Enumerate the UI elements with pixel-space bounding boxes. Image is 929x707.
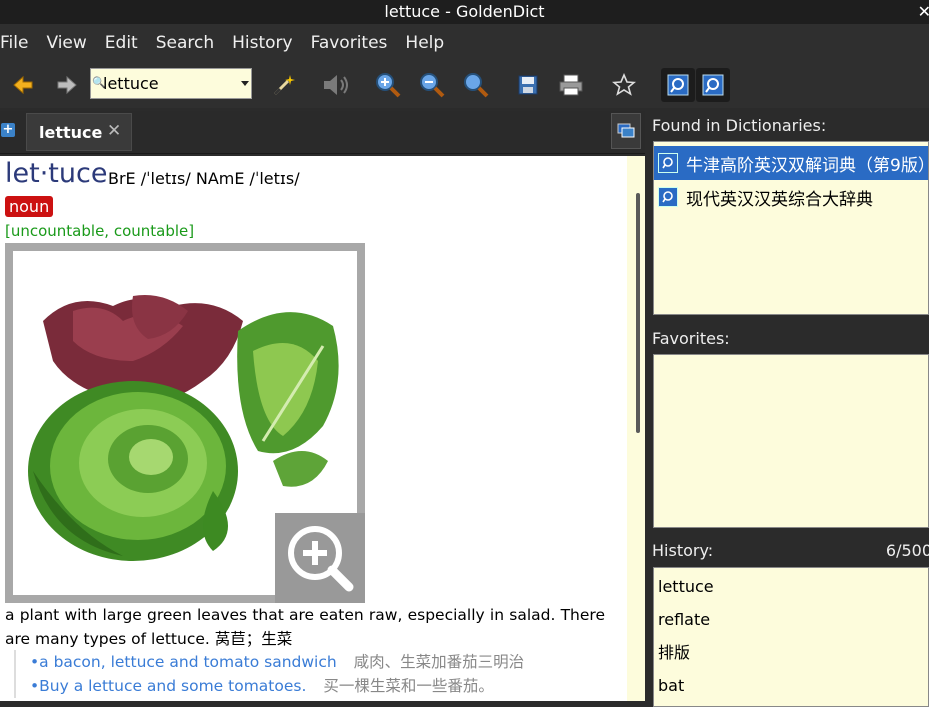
- window-titlebar: lettuce - GoldenDict ✕: [0, 0, 929, 24]
- definition-text: a plant with large green leaves that are…: [5, 606, 605, 648]
- zoom-out-icon[interactable]: [415, 68, 449, 102]
- tab-lettuce[interactable]: lettuce ✕: [26, 113, 132, 151]
- definition-zh: 莴苣；生菜: [214, 630, 293, 648]
- example-zh: 买一棵生菜和一些番茄。: [323, 677, 494, 695]
- close-icon[interactable]: ✕: [918, 0, 929, 24]
- dictionary-icon: [658, 153, 678, 173]
- magic-wand-icon[interactable]: [267, 68, 301, 102]
- tab-label: lettuce: [39, 123, 103, 142]
- history-panel-title: History: 6/500: [649, 537, 929, 565]
- history-count: 6/500: [885, 541, 929, 560]
- zoom-in-icon[interactable]: [371, 68, 405, 102]
- menu-history[interactable]: History: [232, 33, 292, 53]
- dictionary-item-oxford[interactable]: 牛津高阶英汉双解词典（第9版）: [654, 146, 928, 180]
- lettuce-image[interactable]: [5, 243, 365, 603]
- tabs-menu-button[interactable]: [611, 113, 641, 149]
- example-item: •a bacon, lettuce and tomato sandwich 咸肉…: [30, 650, 627, 674]
- history-item[interactable]: lettuce: [654, 570, 928, 603]
- zoom-in-icon: [288, 526, 354, 592]
- windows-icon: [617, 123, 635, 138]
- article-scrollbar-thumb[interactable]: [636, 193, 640, 433]
- menu-search[interactable]: Search: [156, 33, 214, 53]
- grammar-label: [uncountable, countable]: [5, 222, 195, 240]
- dictionary-icon: [658, 187, 678, 207]
- back-arrow-icon[interactable]: [6, 68, 40, 102]
- save-icon[interactable]: [511, 68, 545, 102]
- dictionary-label: 现代英汉汉英综合大辞典: [686, 189, 873, 210]
- favorites-list[interactable]: [653, 354, 929, 528]
- menu-bar: File View Edit Search History Favorites …: [0, 24, 929, 62]
- history-title: History:: [652, 541, 714, 560]
- zoom-normal-icon[interactable]: [459, 68, 493, 102]
- print-icon[interactable]: [554, 68, 588, 102]
- menu-file[interactable]: File: [0, 33, 28, 53]
- pronunciation: BrE /ˈletɪs/ NAmE /ˈletɪs/: [108, 169, 300, 188]
- star-icon[interactable]: [607, 68, 641, 102]
- favorites-panel-title: Favorites:: [652, 329, 730, 348]
- definition: a plant with large green leaves that are…: [5, 603, 605, 651]
- article-view: let·tuce BrE /ˈletɪs/ NAmE /ˈletɪs/ noun…: [0, 156, 627, 701]
- speaker-icon[interactable]: [319, 68, 353, 102]
- example-en[interactable]: •Buy a lettuce and some tomatoes.: [30, 677, 306, 695]
- headword: let·tuce: [5, 158, 108, 189]
- found-dictionaries-list: 牛津高阶英汉双解词典（第9版） 现代英汉汉英综合大辞典: [653, 141, 929, 315]
- dictionary-bar-icon[interactable]: [696, 68, 730, 102]
- zoom-image-button[interactable]: [275, 513, 365, 603]
- search-combobox[interactable]: 🔍: [90, 68, 252, 99]
- history-item[interactable]: 排版: [654, 636, 928, 669]
- example-en[interactable]: •a bacon, lettuce and tomato sandwich: [30, 653, 337, 671]
- menu-help[interactable]: Help: [405, 33, 444, 53]
- chevron-down-icon[interactable]: [241, 81, 249, 86]
- examples-list: •a bacon, lettuce and tomato sandwich 咸肉…: [14, 650, 627, 698]
- menu-view[interactable]: View: [46, 33, 86, 53]
- window-title: lettuce - GoldenDict: [384, 2, 545, 21]
- example-item: •Buy a lettuce and some tomatoes. 买一棵生菜和…: [30, 674, 627, 698]
- dictionary-item-modern[interactable]: 现代英汉汉英综合大辞典: [654, 180, 928, 214]
- search-input[interactable]: [103, 72, 233, 94]
- scan-popup-icon[interactable]: [661, 68, 695, 102]
- history-item[interactable]: reflate: [654, 603, 928, 636]
- history-list: lettuce reflate 排版 bat: [653, 567, 929, 707]
- dictionary-label: 牛津高阶英汉双解词典（第9版）: [686, 155, 929, 176]
- menu-favorites[interactable]: Favorites: [311, 33, 388, 53]
- pos-badge: noun: [5, 196, 54, 217]
- tab-bar: + lettuce ✕: [0, 111, 645, 154]
- close-tab-icon[interactable]: ✕: [107, 121, 121, 141]
- found-panel-title: Found in Dictionaries:: [652, 116, 827, 135]
- add-tab-icon[interactable]: +: [1, 123, 15, 137]
- history-item[interactable]: bat: [654, 669, 928, 702]
- menu-edit[interactable]: Edit: [105, 33, 138, 53]
- example-zh: 咸肉、生菜加番茄三明治: [353, 653, 525, 671]
- forward-arrow-icon[interactable]: [50, 68, 84, 102]
